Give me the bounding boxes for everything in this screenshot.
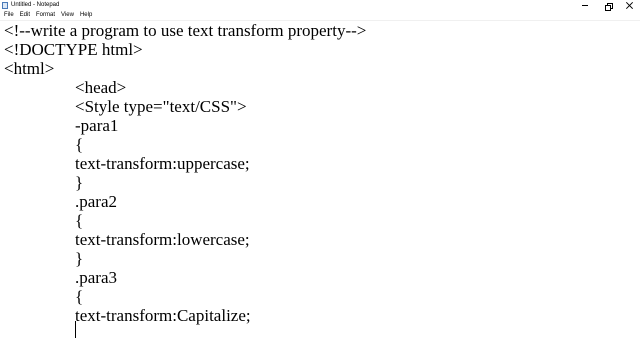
menu-view[interactable]: View xyxy=(58,11,77,20)
editor-line: { xyxy=(75,135,84,154)
text-editor-area[interactable]: <!--write a program to use text transfor… xyxy=(0,20,640,360)
editor-line: <!DOCTYPE html> xyxy=(4,40,143,59)
editor-line: text-transform:uppercase; xyxy=(75,154,250,173)
menu-help[interactable]: Help xyxy=(77,11,95,20)
editor-line: -para1 xyxy=(75,116,119,135)
editor-line: { xyxy=(75,211,84,230)
editor-line: .para3 xyxy=(75,268,118,287)
editor-line: text-transform:lowercase; xyxy=(75,230,250,249)
text-cursor xyxy=(75,321,76,338)
minimize-icon xyxy=(582,5,588,6)
window-title: Untitled - Notepad xyxy=(11,2,60,8)
editor-line: { xyxy=(75,287,84,306)
editor-line: text-transform:Capitalize; xyxy=(75,306,251,325)
editor-line: <!--write a program to use text transfor… xyxy=(4,21,367,40)
editor-line: <head> xyxy=(75,78,127,97)
notepad-window: Untitled - Notepad File Edit Format View… xyxy=(0,0,640,360)
restore-button[interactable] xyxy=(597,0,619,11)
editor-line: <Style type="text/CSS"> xyxy=(75,97,247,116)
close-button[interactable] xyxy=(619,0,640,11)
close-icon xyxy=(626,2,633,9)
editor-line: } xyxy=(75,249,84,268)
editor-line: .para2 xyxy=(75,192,118,211)
minimize-button[interactable] xyxy=(574,0,596,11)
notepad-icon xyxy=(2,2,8,9)
editor-line: <html> xyxy=(4,59,55,78)
title-bar[interactable]: Untitled - Notepad xyxy=(0,0,640,11)
menu-format[interactable]: Format xyxy=(33,11,58,20)
restore-icon xyxy=(605,2,613,11)
menu-file[interactable]: File xyxy=(0,11,17,20)
menu-bar: File Edit Format View Help xyxy=(0,11,640,20)
editor-line: } xyxy=(75,173,84,192)
menu-edit[interactable]: Edit xyxy=(17,11,33,20)
